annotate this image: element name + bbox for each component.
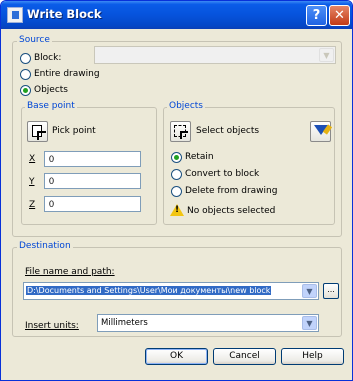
help-button[interactable]: Help — [281, 348, 344, 365]
retain-label[interactable]: Retain — [185, 152, 214, 162]
pick-point-button[interactable] — [27, 121, 48, 142]
objects-radio-label[interactable]: Objects — [34, 85, 68, 95]
y-label: Y — [29, 177, 35, 187]
select-objects-label: Select objects — [196, 126, 260, 136]
write-block-dialog: Write Block ? ✕ Source Block: ▼ Entire d… — [0, 0, 353, 381]
x-label: X — [29, 154, 36, 164]
file-path-combo[interactable]: D:\Documents and Settings\User\Мои докум… — [23, 282, 319, 300]
filter-icon — [314, 125, 328, 135]
chevron-down-icon: ▼ — [302, 284, 317, 298]
browse-button[interactable]: ... — [323, 283, 339, 299]
cancel-button[interactable]: Cancel — [213, 348, 276, 365]
z-field[interactable] — [44, 196, 141, 212]
x-field[interactable] — [44, 151, 141, 167]
entire-drawing-radio[interactable] — [20, 69, 31, 80]
title-bar[interactable]: Write Block ? ✕ — [1, 1, 352, 29]
convert-to-block-radio[interactable] — [171, 169, 182, 180]
quick-select-button[interactable] — [310, 121, 331, 142]
ok-button[interactable]: OK — [145, 348, 208, 365]
window-title: Write Block — [27, 7, 102, 21]
pick-point-icon — [32, 125, 46, 140]
file-path-value: D:\Documents and Settings\User\Мои докум… — [26, 286, 272, 295]
select-objects-button[interactable] — [170, 121, 191, 142]
destination-title: Destination — [17, 241, 73, 251]
chevron-down-icon: ▼ — [302, 316, 317, 330]
insert-units-select[interactable]: Millimeters ▼ — [97, 314, 319, 332]
select-objects-icon — [174, 125, 188, 139]
block-select[interactable]: ▼ — [94, 46, 336, 64]
help-title-button[interactable]: ? — [306, 5, 327, 26]
close-button[interactable]: ✕ — [329, 5, 350, 26]
app-icon — [7, 7, 23, 23]
z-label: Z — [29, 200, 36, 210]
block-radio[interactable] — [20, 53, 31, 64]
insert-units-value: Millimeters — [101, 318, 148, 328]
retain-radio[interactable] — [171, 152, 182, 163]
delete-from-drawing-label[interactable]: Delete from drawing — [185, 186, 277, 196]
file-path-label: File name and path: — [25, 267, 115, 277]
selection-status: No objects selected — [187, 206, 276, 216]
source-group-title: Source — [17, 35, 52, 45]
base-point-title: Base point — [25, 101, 77, 111]
y-field[interactable] — [44, 173, 141, 189]
objects-radio[interactable] — [20, 85, 31, 96]
convert-to-block-label[interactable]: Convert to block — [185, 169, 259, 179]
pick-point-label: Pick point — [52, 126, 96, 136]
entire-drawing-label[interactable]: Entire drawing — [34, 69, 100, 79]
insert-units-label: Insert units: — [25, 321, 79, 331]
delete-from-drawing-radio[interactable] — [171, 186, 182, 197]
block-radio-label[interactable]: Block: — [34, 53, 61, 63]
chevron-down-icon: ▼ — [319, 48, 334, 62]
objects-group-title: Objects — [167, 101, 206, 111]
